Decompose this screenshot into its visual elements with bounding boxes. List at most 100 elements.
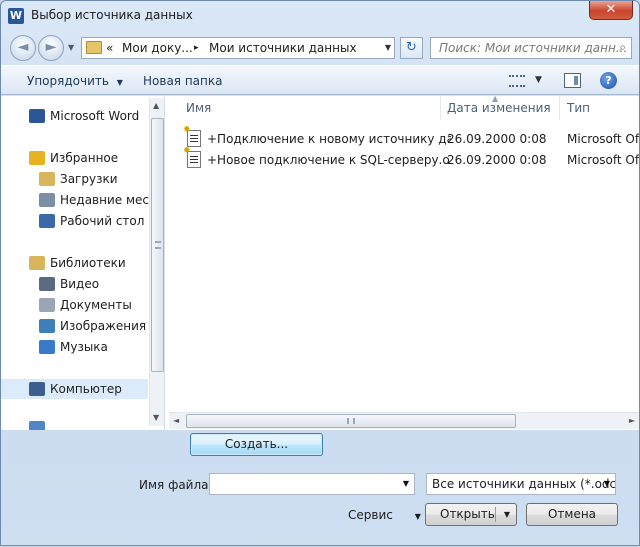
file-dialog-window: W Выбор источника данных ✕ ◄ ► ▼ « Мои д… xyxy=(0,0,640,546)
view-dropdown-icon[interactable]: ▼ xyxy=(535,75,542,85)
search-icon[interactable]: ⌕ xyxy=(619,40,626,55)
word-icon xyxy=(29,109,45,123)
dialog-footer: Создать... Имя файла: ▼ Все источники да… xyxy=(1,430,639,547)
file-date: 26.09.2000 0:08 xyxy=(447,132,547,146)
file-type: Microsoft Of xyxy=(567,153,639,167)
command-toolbar: Упорядочить ▼ Новая папка ▼ ? xyxy=(1,65,639,95)
sidebar-item-label: Microsoft Word xyxy=(50,109,140,123)
title-bar[interactable]: W Выбор источника данных ✕ xyxy=(1,1,639,31)
help-icon[interactable]: ? xyxy=(600,72,617,89)
breadcrumb-my-data-sources[interactable]: Мои источники данных xyxy=(209,41,357,55)
sidebar-scroll-thumb[interactable] xyxy=(151,118,164,372)
scroll-down-icon[interactable]: ▼ xyxy=(153,413,159,422)
forward-button[interactable]: ► xyxy=(38,35,64,61)
downloads-folder-icon xyxy=(39,172,55,186)
word-app-icon: W xyxy=(8,8,24,24)
sidebar-item-label: Рабочий стол xyxy=(60,214,145,228)
music-icon xyxy=(39,340,55,354)
open-split-button[interactable]: Открыть ▼ xyxy=(425,503,517,526)
refresh-icon: ↻ xyxy=(406,40,417,55)
refresh-button[interactable]: ↻ xyxy=(400,37,423,59)
back-arrow-icon: ◄ xyxy=(17,39,29,55)
cancel-button[interactable]: Отмена xyxy=(526,503,618,526)
grip-icon xyxy=(347,418,355,424)
scroll-left-icon[interactable]: ◄ xyxy=(173,416,179,425)
change-view-icon[interactable] xyxy=(509,75,525,87)
column-header-date[interactable]: Дата изменения xyxy=(447,101,551,115)
folder-icon xyxy=(86,41,102,54)
file-row[interactable]: +Подключение к новому источнику да... 26… xyxy=(183,125,639,149)
organize-dropdown-icon: ▼ xyxy=(116,78,123,87)
sidebar-item-desktop[interactable]: Рабочий стол xyxy=(1,211,148,231)
sidebar-item-libraries[interactable]: Библиотеки xyxy=(1,253,148,273)
organize-label: Упорядочить xyxy=(27,74,109,88)
sidebar-item-documents[interactable]: Документы xyxy=(1,295,148,315)
sidebar-item-music[interactable]: Музыка xyxy=(1,337,148,357)
address-bar[interactable]: « Мои доку... ▸ Мои источники данных ▼ xyxy=(81,37,395,59)
sidebar-item-favorites[interactable]: Избранное xyxy=(1,148,148,168)
file-name: +Подключение к новому источнику да... xyxy=(207,132,451,146)
navigation-pane: Microsoft Word Избранное Загрузки Недавн… xyxy=(1,96,165,430)
column-header-type[interactable]: Тип xyxy=(567,101,590,115)
sidebar-item-computer[interactable]: Компьютер xyxy=(1,379,148,399)
file-type: Microsoft Of xyxy=(567,132,639,146)
sidebar-scrollbar[interactable]: ▲ ▼ xyxy=(149,98,164,426)
documents-icon xyxy=(39,298,55,312)
sidebar-item-microsoft-word[interactable]: Microsoft Word xyxy=(1,106,148,126)
window-title: Выбор источника данных xyxy=(31,8,193,22)
sidebar-item-label: Музыка xyxy=(60,340,108,354)
sidebar-item-label: Изображения xyxy=(60,319,147,333)
split-divider xyxy=(495,507,496,522)
scroll-right-icon[interactable]: ► xyxy=(629,416,635,425)
close-button[interactable]: ✕ xyxy=(589,1,633,20)
new-folder-button[interactable]: Новая папка xyxy=(143,74,222,88)
preview-pane-icon[interactable] xyxy=(564,73,581,88)
create-button[interactable]: Создать... xyxy=(190,433,323,456)
column-divider[interactable] xyxy=(559,96,560,120)
open-dropdown-icon[interactable]: ▼ xyxy=(504,504,510,525)
sidebar-item-label: Библиотеки xyxy=(50,256,126,270)
sidebar-item-label: Недавние места xyxy=(60,193,164,207)
tools-menu-button[interactable]: Сервис ▼ xyxy=(348,508,421,522)
video-icon xyxy=(39,277,55,291)
grip-icon xyxy=(155,241,161,249)
sidebar-item-recent-places[interactable]: Недавние места xyxy=(1,190,163,210)
sidebar-item-label: Документы xyxy=(60,298,132,312)
file-list-hscrollbar[interactable]: ◄ ► xyxy=(169,412,639,429)
breadcrumb-my-documents[interactable]: Мои доку... xyxy=(122,41,193,55)
network-icon xyxy=(29,421,45,430)
forward-arrow-icon: ► xyxy=(45,39,57,55)
file-list-scroll-thumb[interactable] xyxy=(186,414,516,428)
filename-label: Имя файла: xyxy=(139,478,213,492)
file-row[interactable]: +Новое подключение к SQL-серверу.o... 26… xyxy=(183,146,639,170)
filename-dropdown-icon[interactable]: ▼ xyxy=(403,479,409,488)
column-header-name[interactable]: Имя xyxy=(186,101,211,115)
sidebar-item-network-partial[interactable] xyxy=(1,418,148,430)
dialog-body: Microsoft Word Избранное Загрузки Недавн… xyxy=(1,94,639,430)
sidebar-item-label: Избранное xyxy=(50,151,119,165)
sidebar-item-pictures[interactable]: Изображения xyxy=(1,316,148,336)
address-dropdown-icon[interactable]: ▼ xyxy=(385,43,391,52)
search-input[interactable]: Поиск: Мои источники данн... ⌕ xyxy=(430,37,632,59)
column-divider[interactable] xyxy=(440,96,441,120)
sidebar-item-label: Видео xyxy=(60,277,100,291)
breadcrumb-overflow[interactable]: « xyxy=(106,41,113,55)
back-button[interactable]: ◄ xyxy=(10,35,36,61)
history-dropdown-icon[interactable]: ▼ xyxy=(68,43,74,52)
breadcrumb-separator-icon[interactable]: ▸ xyxy=(194,43,199,53)
file-name: +Новое подключение к SQL-серверу.o... xyxy=(207,153,451,167)
sidebar-item-downloads[interactable]: Загрузки xyxy=(1,169,148,189)
computer-icon xyxy=(29,382,45,396)
recent-places-icon xyxy=(39,193,55,207)
star-icon xyxy=(29,151,45,165)
sidebar-item-video[interactable]: Видео xyxy=(1,274,148,294)
file-list: Имя ▲ Дата изменения Тип +Подключение к … xyxy=(169,94,639,430)
organize-menu-button[interactable]: Упорядочить ▼ xyxy=(27,74,123,88)
navigation-row: ◄ ► ▼ « Мои доку... ▸ Мои источники данн… xyxy=(1,31,639,63)
filename-input[interactable]: ▼ xyxy=(209,473,415,495)
sidebar-item-label: Загрузки xyxy=(60,172,118,186)
filetype-select[interactable]: Все источники данных (*.odc;* ▼ xyxy=(426,473,616,495)
filetype-dropdown-icon: ▼ xyxy=(603,479,610,488)
odc-file-icon xyxy=(183,125,201,147)
scroll-up-icon[interactable]: ▲ xyxy=(153,101,159,110)
